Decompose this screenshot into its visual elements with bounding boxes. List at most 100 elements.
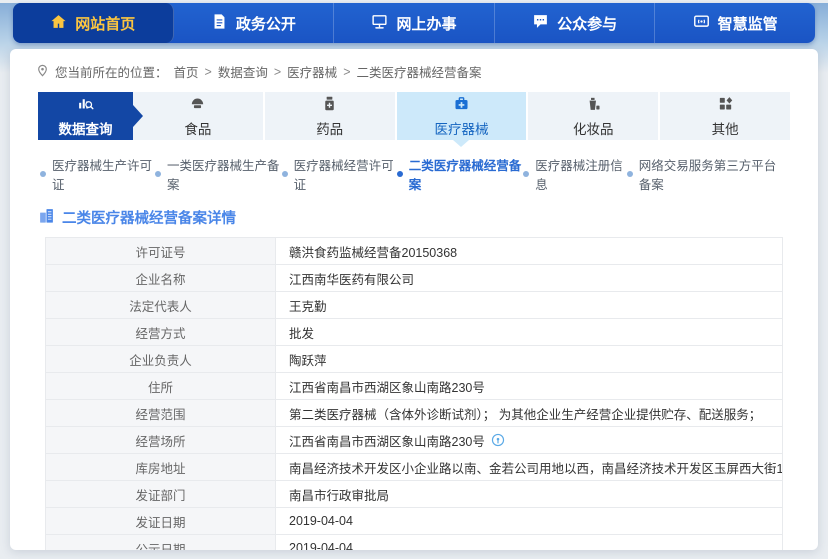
breadcrumb-item-home[interactable]: 首页 bbox=[174, 62, 199, 81]
breadcrumb-prefix: 您当前所在的位置： bbox=[55, 62, 168, 81]
nav-item-label: 智慧监管 bbox=[718, 13, 778, 34]
row-value: 第二类医疗器械（含体外诊断试剂）； 为其他企业生产经营企业提供贮存、配送服务； bbox=[276, 400, 782, 426]
speech-bubble-icon bbox=[532, 13, 549, 34]
tab-other[interactable]: 其他 bbox=[660, 92, 790, 140]
row-value: 江西省南昌市西湖区象山南路230号 bbox=[276, 373, 782, 399]
tab-label: 药品 bbox=[316, 118, 343, 138]
nav-item-public-participation[interactable]: 公众参与 bbox=[495, 3, 656, 43]
subnav-item-class1-production-record[interactable]: 一类医疗器械生产备案 bbox=[155, 155, 282, 193]
nav-item-label: 网站首页 bbox=[75, 13, 135, 34]
category-tabs: 数据查询 食品 药品 医疗器械 化妆品 其他 bbox=[38, 92, 790, 140]
nav-item-label: 政务公开 bbox=[236, 13, 296, 34]
bullet-dot-icon bbox=[627, 171, 633, 177]
subnav-item-operation-license[interactable]: 医疗器械经营许可证 bbox=[282, 155, 397, 193]
breadcrumb-item-class2-record[interactable]: 二类医疗器械经营备案 bbox=[357, 62, 482, 81]
tab-food[interactable]: 食品 bbox=[133, 92, 265, 140]
table-row-business-scope: 经营范围 第二类医疗器械（含体外诊断试剂）； 为其他企业生产经营企业提供贮存、配… bbox=[46, 400, 782, 427]
subnav-label: 医疗器械生产许可证 bbox=[52, 155, 155, 193]
nav-item-gov-info[interactable]: 政务公开 bbox=[174, 3, 335, 43]
food-icon bbox=[189, 95, 206, 115]
subnav-label: 二类医疗器械经营备案 bbox=[409, 155, 524, 193]
row-label: 许可证号 bbox=[46, 238, 276, 264]
subnav-label: 网络交易服务第三方平台备案 bbox=[639, 155, 788, 193]
bullet-dot-icon bbox=[523, 171, 529, 177]
building-icon bbox=[38, 207, 55, 228]
table-row-license-no: 许可证号 赣洪食药监械经营备20150368 bbox=[46, 238, 782, 265]
drug-icon bbox=[321, 95, 338, 115]
table-row-publicity-date: 公示日期 2019-04-04 bbox=[46, 535, 782, 550]
section-title-text: 二类医疗器械经营备案详情 bbox=[62, 207, 236, 228]
nav-item-home[interactable]: 网站首页 bbox=[13, 3, 174, 43]
row-value: 江西省南昌市西湖区象山南路230号 bbox=[289, 431, 485, 450]
subnav-label: 医疗器械经营许可证 bbox=[294, 155, 397, 193]
breadcrumb-separator: > bbox=[274, 65, 281, 79]
tab-label: 其他 bbox=[712, 118, 739, 138]
location-pin-icon[interactable] bbox=[491, 433, 505, 447]
row-value: 陶跃萍 bbox=[276, 346, 782, 372]
row-label: 企业名称 bbox=[46, 265, 276, 291]
subnav-item-production-license[interactable]: 医疗器械生产许可证 bbox=[40, 155, 155, 193]
sub-navigation: 医疗器械生产许可证 一类医疗器械生产备案 医疗器械经营许可证 二类医疗器械经营备… bbox=[40, 155, 788, 193]
row-value: 王克勤 bbox=[276, 292, 782, 318]
tab-label: 化妆品 bbox=[573, 118, 614, 138]
smart-supervision-icon bbox=[693, 13, 710, 34]
row-value: 南昌市行政审批局 bbox=[276, 481, 782, 507]
monitor-icon bbox=[371, 13, 388, 34]
row-label: 发证日期 bbox=[46, 508, 276, 534]
tab-label: 医疗器械 bbox=[434, 118, 488, 138]
tab-medical-device[interactable]: 医疗器械 bbox=[397, 92, 529, 140]
table-row-company-principal: 企业负责人 陶跃萍 bbox=[46, 346, 782, 373]
document-icon bbox=[211, 13, 228, 34]
row-label: 经营方式 bbox=[46, 319, 276, 345]
row-label: 住所 bbox=[46, 373, 276, 399]
row-value: 赣洪食药监械经营备20150368 bbox=[276, 238, 782, 264]
row-label: 法定代表人 bbox=[46, 292, 276, 318]
row-value: 2019-04-04 bbox=[276, 508, 782, 534]
row-label: 库房地址 bbox=[46, 454, 276, 480]
subnav-item-third-party-platform[interactable]: 网络交易服务第三方平台备案 bbox=[627, 155, 788, 193]
row-value: 江西南华医药有限公司 bbox=[276, 265, 782, 291]
subnav-label: 医疗器械注册信息 bbox=[535, 155, 627, 193]
tab-cosmetics[interactable]: 化妆品 bbox=[528, 92, 660, 140]
table-row-business-premises: 经营场所 江西省南昌市西湖区象山南路230号 bbox=[46, 427, 782, 454]
row-label: 企业负责人 bbox=[46, 346, 276, 372]
table-row-residence: 住所 江西省南昌市西湖区象山南路230号 bbox=[46, 373, 782, 400]
nav-item-online-services[interactable]: 网上办事 bbox=[334, 3, 495, 43]
table-row-issue-date: 发证日期 2019-04-04 bbox=[46, 508, 782, 535]
data-search-icon bbox=[77, 95, 94, 115]
bullet-dot-icon bbox=[155, 171, 161, 177]
row-label: 发证部门 bbox=[46, 481, 276, 507]
subnav-item-registration-info[interactable]: 医疗器械注册信息 bbox=[523, 155, 627, 193]
bullet-dot-icon bbox=[40, 171, 46, 177]
row-label: 经营范围 bbox=[46, 400, 276, 426]
tab-label: 数据查询 bbox=[59, 118, 113, 138]
detail-table: 许可证号 赣洪食药监械经营备20150368 企业名称 江西南华医药有限公司 法… bbox=[45, 237, 783, 550]
breadcrumb-separator: > bbox=[205, 65, 212, 79]
tab-label: 食品 bbox=[184, 118, 211, 138]
tab-data-query[interactable]: 数据查询 bbox=[38, 92, 133, 140]
nav-item-label: 网上办事 bbox=[396, 13, 456, 34]
breadcrumb-separator: > bbox=[343, 65, 350, 79]
table-row-legal-representative: 法定代表人 王克勤 bbox=[46, 292, 782, 319]
section-title: 二类医疗器械经营备案详情 bbox=[38, 207, 790, 228]
row-label: 公示日期 bbox=[46, 535, 276, 550]
tab-drug[interactable]: 药品 bbox=[265, 92, 397, 140]
location-pin-icon bbox=[36, 64, 49, 80]
row-value: 批发 bbox=[276, 319, 782, 345]
bullet-dot-icon bbox=[397, 171, 403, 177]
breadcrumb: 您当前所在的位置： 首页 > 数据查询 > 医疗器械 > 二类医疗器械经营备案 bbox=[10, 49, 818, 90]
row-value-with-icon: 江西省南昌市西湖区象山南路230号 bbox=[276, 427, 782, 453]
breadcrumb-item-medical-device[interactable]: 医疗器械 bbox=[287, 62, 337, 81]
home-icon bbox=[50, 13, 67, 34]
nav-item-smart-supervision[interactable]: 智慧监管 bbox=[655, 3, 815, 43]
row-label: 经营场所 bbox=[46, 427, 276, 453]
breadcrumb-item-data-query[interactable]: 数据查询 bbox=[218, 62, 268, 81]
top-navigation: 网站首页 政务公开 网上办事 公众参与 智慧监管 bbox=[13, 3, 815, 43]
bullet-dot-icon bbox=[282, 171, 288, 177]
medical-device-icon bbox=[453, 95, 470, 115]
subnav-item-class2-operation-record[interactable]: 二类医疗器械经营备案 bbox=[397, 155, 524, 193]
other-grid-icon bbox=[717, 95, 734, 115]
row-value: 南昌经济技术开发区小企业路以南、金若公司用地以西，南昌经济技术开发区玉屏西大街1… bbox=[276, 454, 782, 480]
row-value: 2019-04-04 bbox=[276, 535, 782, 550]
cosmetics-icon bbox=[585, 95, 602, 115]
